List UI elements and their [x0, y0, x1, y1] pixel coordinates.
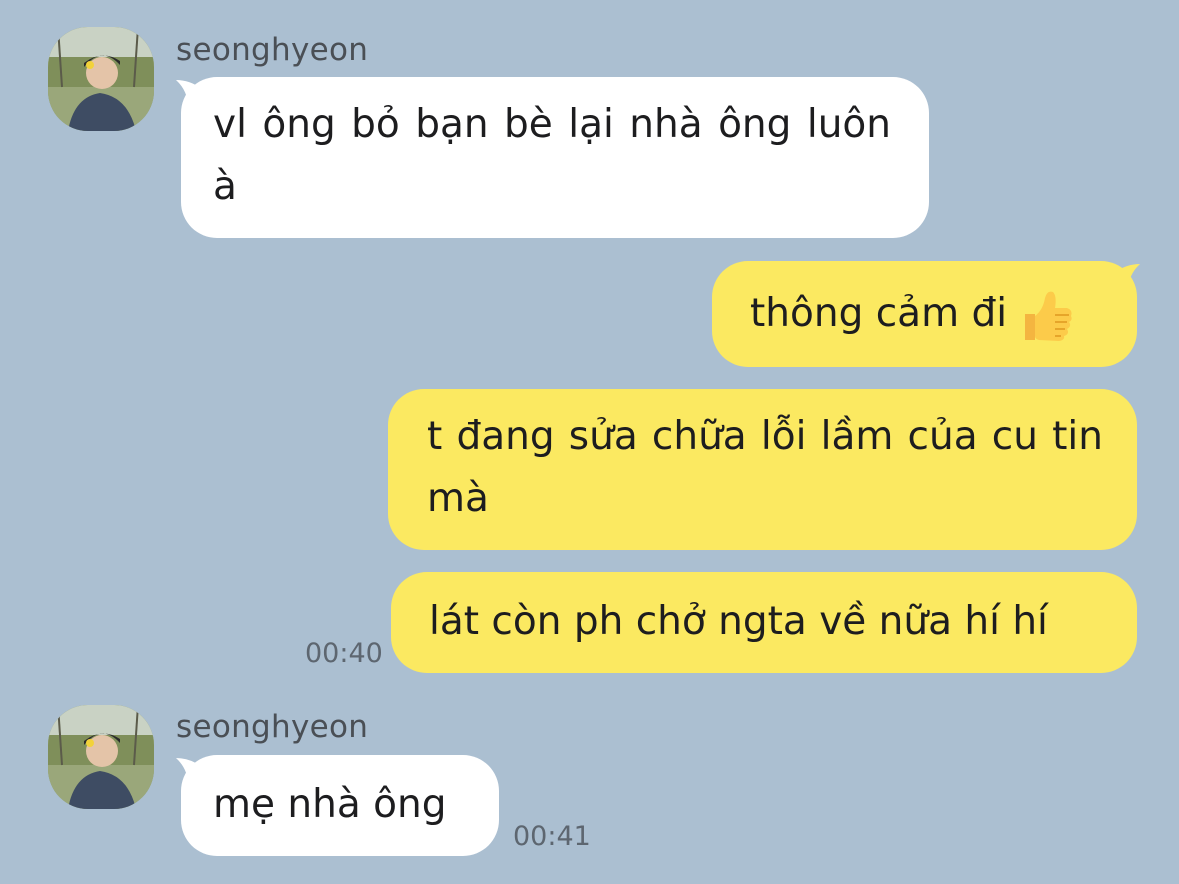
- avatar-photo: [48, 27, 154, 131]
- sender-name: seonghyeon: [176, 709, 369, 745]
- message-bubble-outgoing[interactable]: lát còn ph chở ngta về nữa hí hí: [391, 572, 1137, 673]
- avatar-photo: [48, 705, 154, 809]
- sender-name: seonghyeon: [176, 32, 369, 68]
- avatar[interactable]: [48, 27, 154, 131]
- message-bubble-incoming[interactable]: mẹ nhà ông: [181, 755, 499, 856]
- message-timestamp: 00:40: [305, 638, 383, 669]
- avatar[interactable]: [48, 705, 154, 809]
- message-bubble-incoming[interactable]: vl ông bỏ bạn bè lại nhà ông luôn à: [181, 77, 929, 238]
- message-timestamp: 00:41: [513, 821, 591, 852]
- message-bubble-outgoing[interactable]: thông cảm đi: [712, 261, 1137, 367]
- message-text: thông cảm đi: [750, 291, 1008, 336]
- thumbs-up-emoji-icon: [1025, 291, 1072, 341]
- message-bubble-outgoing[interactable]: t đang sửa chữa lỗi lầm của cu tin mà: [388, 389, 1137, 550]
